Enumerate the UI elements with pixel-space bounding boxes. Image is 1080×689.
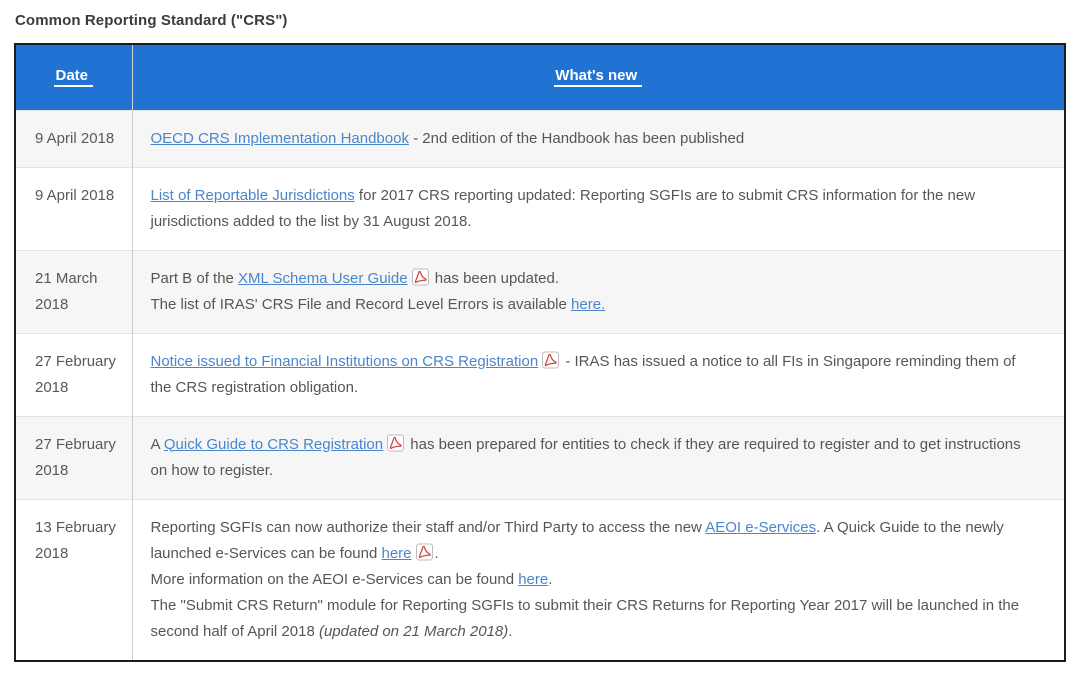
paragraph: OECD CRS Implementation Handbook - 2nd e… [151,126,1039,152]
table-row: 27 February 2018 A Quick Guide to CRS Reg… [15,416,1065,499]
link[interactable]: List of Reportable Jurisdictions [151,187,355,204]
paragraph: The list of IRAS' CRS File and Record Le… [151,292,1039,318]
link[interactable]: here [381,545,411,562]
table-row: 13 February 2018 Reporting SGFIs can now … [15,499,1065,661]
crs-whats-new-table: Date What's new 9 April 2018 OECD CRS Imp… [14,43,1066,662]
italic-note: (updated on 21 March 2018) [319,623,508,640]
table-row: 9 April 2018 List of Reportable Jurisdict… [15,167,1065,250]
link[interactable]: here. [571,296,605,313]
link[interactable]: XML Schema User Guide [238,270,408,287]
paragraph: Notice issued to Financial Institutions … [151,349,1039,401]
pdf-icon[interactable] [542,351,559,369]
table-header-row: Date What's new [15,44,1065,110]
table-row: 27 February 2018 Notice issued to Financi… [15,333,1065,416]
table-body: 9 April 2018 OECD CRS Implementation Hand… [15,110,1065,661]
date-cell: 9 April 2018 [15,167,132,250]
column-header-whats-new[interactable]: What's new [132,44,1065,110]
link[interactable]: here [518,571,548,588]
whats-new-cell: A Quick Guide to CRS Registration has be… [132,416,1065,499]
link[interactable]: OECD CRS Implementation Handbook [151,130,409,147]
whats-new-cell: OECD CRS Implementation Handbook - 2nd e… [132,110,1065,167]
whats-new-cell: Part B of the XML Schema User Guide has … [132,250,1065,333]
paragraph: A Quick Guide to CRS Registration has be… [151,432,1039,484]
whats-new-cell: List of Reportable Jurisdictions for 201… [132,167,1065,250]
table-row: 21 March 2018 Part B of the XML Schema Us… [15,250,1065,333]
paragraph: Part B of the XML Schema User Guide has … [151,266,1039,292]
column-header-date[interactable]: Date [15,44,132,110]
date-cell: 9 April 2018 [15,110,132,167]
column-header-date-label[interactable]: Date [54,67,93,87]
pdf-icon[interactable] [416,543,433,561]
table-row: 9 April 2018 OECD CRS Implementation Hand… [15,110,1065,167]
link[interactable]: Notice issued to Financial Institutions … [151,353,539,370]
whats-new-cell: Notice issued to Financial Institutions … [132,333,1065,416]
paragraph: The "Submit CRS Return" module for Repor… [151,593,1039,645]
whats-new-cell: Reporting SGFIs can now authorize their … [132,499,1065,661]
date-cell: 27 February 2018 [15,333,132,416]
pdf-icon[interactable] [387,434,404,452]
page-title: Common Reporting Standard ("CRS") [15,12,1066,29]
pdf-icon[interactable] [412,268,429,286]
link[interactable]: Quick Guide to CRS Registration [164,436,383,453]
paragraph: Reporting SGFIs can now authorize their … [151,515,1039,567]
paragraph: List of Reportable Jurisdictions for 201… [151,183,1039,235]
date-cell: 27 February 2018 [15,416,132,499]
date-cell: 21 March 2018 [15,250,132,333]
link[interactable]: AEOI e-Services [705,519,816,536]
column-header-whats-new-label[interactable]: What's new [554,67,642,87]
paragraph: More information on the AEOI e-Services … [151,567,1039,593]
page: Common Reporting Standard ("CRS") Date W… [0,0,1080,662]
date-cell: 13 February 2018 [15,499,132,661]
